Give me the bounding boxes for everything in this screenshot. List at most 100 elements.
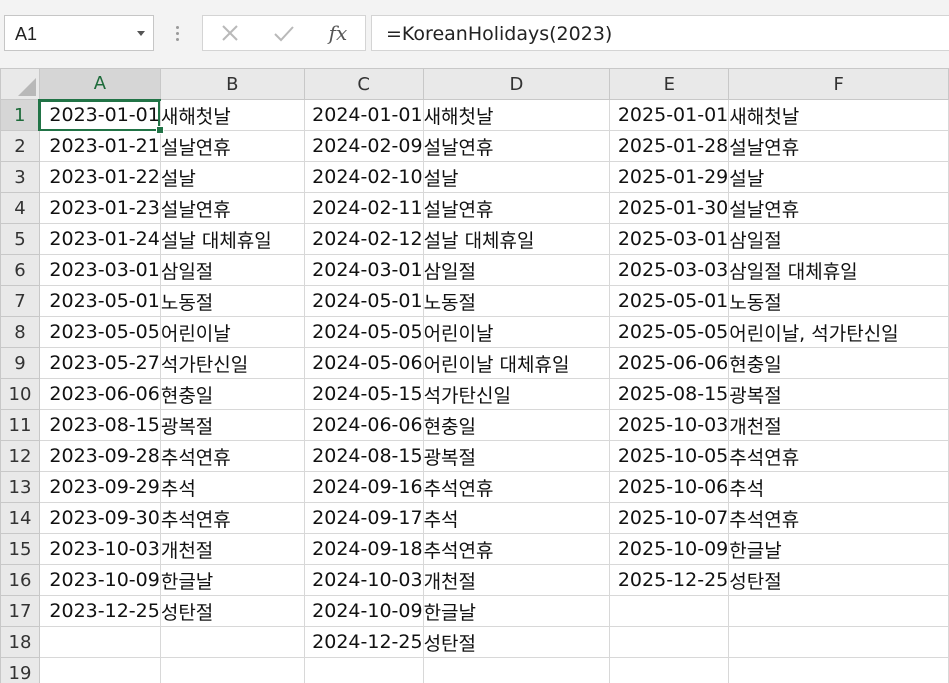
cell-E3[interactable]: 2025-01-29 bbox=[609, 161, 730, 193]
cell-A8[interactable]: 2023-05-05 bbox=[38, 316, 161, 348]
cell-D19[interactable] bbox=[422, 657, 611, 683]
row-header[interactable]: 2 bbox=[0, 130, 40, 162]
cell-B1[interactable]: 새해첫날 bbox=[159, 99, 305, 131]
cell-A4[interactable]: 2023-01-23 bbox=[38, 192, 161, 224]
column-header-f[interactable]: F bbox=[728, 68, 949, 100]
cell-A16[interactable]: 2023-10-09 bbox=[38, 564, 161, 596]
column-header-c[interactable]: C bbox=[303, 68, 424, 100]
row-header[interactable]: 11 bbox=[0, 409, 40, 441]
cell-A14[interactable]: 2023-09-30 bbox=[38, 502, 161, 534]
cell-F18[interactable] bbox=[728, 626, 949, 658]
cell-F17[interactable] bbox=[728, 595, 949, 627]
cell-B15[interactable]: 개천절 bbox=[159, 533, 305, 565]
enter-button[interactable] bbox=[261, 16, 307, 50]
cell-A17[interactable]: 2023-12-25 bbox=[38, 595, 161, 627]
row-header[interactable]: 10 bbox=[0, 378, 40, 410]
column-header-a[interactable]: A bbox=[38, 68, 161, 101]
column-header-b[interactable]: B bbox=[159, 68, 305, 100]
cell-D5[interactable]: 설날 대체휴일 bbox=[422, 223, 611, 255]
cell-E11[interactable]: 2025-10-03 bbox=[609, 409, 730, 441]
cell-D17[interactable]: 한글날 bbox=[422, 595, 611, 627]
row-header[interactable]: 1 bbox=[0, 99, 41, 131]
cell-E18[interactable] bbox=[609, 626, 730, 658]
cell-B13[interactable]: 추석 bbox=[159, 471, 305, 503]
cell-D13[interactable]: 추석연휴 bbox=[422, 471, 611, 503]
cell-A19[interactable] bbox=[38, 657, 161, 683]
cell-F9[interactable]: 현충일 bbox=[728, 347, 949, 379]
cell-B18[interactable] bbox=[159, 626, 305, 658]
cell-B3[interactable]: 설날 bbox=[159, 161, 305, 193]
cell-E9[interactable]: 2025-06-06 bbox=[609, 347, 730, 379]
cell-F14[interactable]: 추석연휴 bbox=[728, 502, 949, 534]
row-header[interactable]: 18 bbox=[0, 626, 40, 658]
cell-C13[interactable]: 2024-09-16 bbox=[303, 471, 424, 503]
cell-B11[interactable]: 광복절 bbox=[159, 409, 305, 441]
row-header[interactable]: 6 bbox=[0, 254, 40, 286]
cell-C11[interactable]: 2024-06-06 bbox=[303, 409, 424, 441]
cell-E8[interactable]: 2025-05-05 bbox=[609, 316, 730, 348]
cell-D14[interactable]: 추석 bbox=[422, 502, 611, 534]
cell-C7[interactable]: 2024-05-01 bbox=[303, 285, 424, 317]
cell-C18[interactable]: 2024-12-25 bbox=[303, 626, 424, 658]
cell-B19[interactable] bbox=[159, 657, 305, 683]
row-header[interactable]: 8 bbox=[0, 316, 40, 348]
cell-E7[interactable]: 2025-05-01 bbox=[609, 285, 730, 317]
cell-A15[interactable]: 2023-10-03 bbox=[38, 533, 161, 565]
cell-D15[interactable]: 추석연휴 bbox=[422, 533, 611, 565]
cell-F4[interactable]: 설날연휴 bbox=[728, 192, 949, 224]
cell-F16[interactable]: 성탄절 bbox=[728, 564, 949, 596]
cell-C16[interactable]: 2024-10-03 bbox=[303, 564, 424, 596]
cell-D11[interactable]: 현충일 bbox=[422, 409, 611, 441]
cell-E15[interactable]: 2025-10-09 bbox=[609, 533, 730, 565]
cell-F11[interactable]: 개천절 bbox=[728, 409, 949, 441]
row-header[interactable]: 15 bbox=[0, 533, 40, 565]
cell-E13[interactable]: 2025-10-06 bbox=[609, 471, 730, 503]
cell-A6[interactable]: 2023-03-01 bbox=[38, 254, 161, 286]
cell-F13[interactable]: 추석 bbox=[728, 471, 949, 503]
cell-E5[interactable]: 2025-03-01 bbox=[609, 223, 730, 255]
cell-D3[interactable]: 설날 bbox=[422, 161, 611, 193]
cell-A2[interactable]: 2023-01-21 bbox=[38, 130, 161, 162]
cell-B14[interactable]: 추석연휴 bbox=[159, 502, 305, 534]
cell-E10[interactable]: 2025-08-15 bbox=[609, 378, 730, 410]
cell-F2[interactable]: 설날연휴 bbox=[728, 130, 949, 162]
cell-A3[interactable]: 2023-01-22 bbox=[38, 161, 161, 193]
select-all-button[interactable] bbox=[0, 68, 40, 100]
cell-D4[interactable]: 설날연휴 bbox=[422, 192, 611, 224]
cell-E6[interactable]: 2025-03-03 bbox=[609, 254, 730, 286]
cell-B9[interactable]: 석가탄신일 bbox=[159, 347, 305, 379]
cell-B16[interactable]: 한글날 bbox=[159, 564, 305, 596]
cell-F7[interactable]: 노동절 bbox=[728, 285, 949, 317]
cell-C3[interactable]: 2024-02-10 bbox=[303, 161, 424, 193]
cell-A7[interactable]: 2023-05-01 bbox=[38, 285, 161, 317]
cell-A18[interactable] bbox=[38, 626, 161, 658]
cell-D16[interactable]: 개천절 bbox=[422, 564, 611, 596]
row-header[interactable]: 13 bbox=[0, 471, 40, 503]
cell-F15[interactable]: 한글날 bbox=[728, 533, 949, 565]
cell-B5[interactable]: 설날 대체휴일 bbox=[159, 223, 305, 255]
cell-C10[interactable]: 2024-05-15 bbox=[303, 378, 424, 410]
cell-D1[interactable]: 새해첫날 bbox=[422, 99, 611, 131]
cell-C6[interactable]: 2024-03-01 bbox=[303, 254, 424, 286]
cell-A11[interactable]: 2023-08-15 bbox=[38, 409, 161, 441]
cell-D10[interactable]: 석가탄신일 bbox=[422, 378, 611, 410]
row-header[interactable]: 9 bbox=[0, 347, 40, 379]
chevron-down-icon[interactable] bbox=[137, 31, 145, 36]
cell-C5[interactable]: 2024-02-12 bbox=[303, 223, 424, 255]
cell-B4[interactable]: 설날연휴 bbox=[159, 192, 305, 224]
cell-B10[interactable]: 현충일 bbox=[159, 378, 305, 410]
cell-D8[interactable]: 어린이날 bbox=[422, 316, 611, 348]
cell-B8[interactable]: 어린이날 bbox=[159, 316, 305, 348]
column-header-d[interactable]: D bbox=[422, 68, 611, 100]
row-header[interactable]: 19 bbox=[0, 657, 40, 683]
cell-B6[interactable]: 삼일절 bbox=[159, 254, 305, 286]
cell-E14[interactable]: 2025-10-07 bbox=[609, 502, 730, 534]
cell-C12[interactable]: 2024-08-15 bbox=[303, 440, 424, 472]
cell-C2[interactable]: 2024-02-09 bbox=[303, 130, 424, 162]
cell-D7[interactable]: 노동절 bbox=[422, 285, 611, 317]
drag-handle-icon[interactable] bbox=[175, 26, 181, 44]
row-header[interactable]: 4 bbox=[0, 192, 40, 224]
cancel-button[interactable] bbox=[207, 16, 253, 50]
column-header-e[interactable]: E bbox=[609, 68, 730, 100]
cell-A10[interactable]: 2023-06-06 bbox=[38, 378, 161, 410]
